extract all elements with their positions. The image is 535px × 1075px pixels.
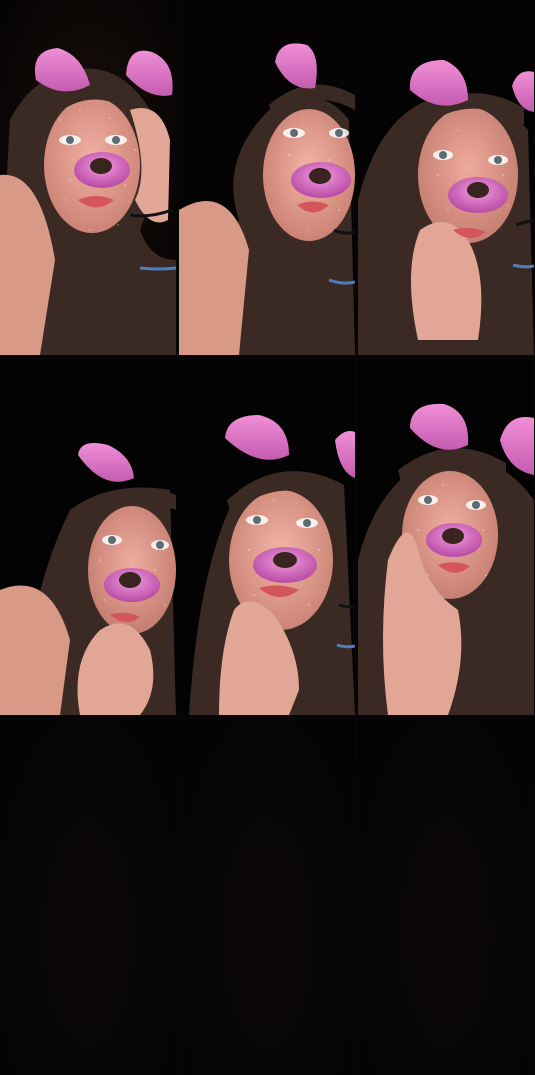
filtered-selfie-image [358,360,534,715]
photo-tile-6[interactable] [358,360,534,715]
empty-tile-8 [179,720,355,1075]
filtered-selfie-image [179,360,355,715]
photo-tile-2[interactable] [179,0,355,355]
empty-tile-9 [358,720,534,1075]
filtered-selfie-image [0,0,176,355]
filtered-selfie-image [179,0,355,355]
photo-tile-5[interactable] [179,360,355,715]
empty-tile-7 [0,720,176,1075]
filtered-selfie-image [358,0,534,355]
photo-grid [0,0,535,1075]
photo-tile-3[interactable] [358,0,534,355]
filtered-selfie-image [0,360,176,715]
photo-tile-1[interactable] [0,0,176,355]
photo-tile-4[interactable] [0,360,176,715]
